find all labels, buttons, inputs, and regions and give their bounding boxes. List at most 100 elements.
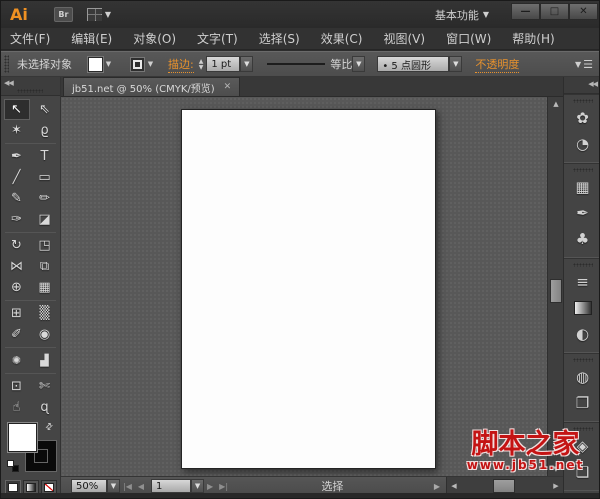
vertical-scrollbar-thumb[interactable] bbox=[550, 279, 562, 303]
gradient-tool[interactable]: ▒ bbox=[32, 303, 58, 324]
default-fill-stroke-icon[interactable] bbox=[7, 460, 19, 472]
rotate-tool[interactable]: ↻ bbox=[4, 235, 30, 256]
dock-group-grip[interactable] bbox=[572, 427, 593, 431]
brush-definition-dropdown[interactable]: ▼ bbox=[449, 56, 463, 72]
stroke-panel-button[interactable]: ≡ bbox=[570, 270, 596, 294]
stroke-width-input[interactable]: 1 pt bbox=[206, 56, 241, 72]
layers-panel-button[interactable]: ◈ bbox=[570, 434, 596, 458]
next-artboard-button[interactable]: ▶ bbox=[207, 482, 213, 491]
direct-selection-tool[interactable]: ⇖ bbox=[32, 99, 58, 120]
stroke-swatch[interactable] bbox=[130, 56, 145, 72]
width-tool[interactable]: ⋈ bbox=[4, 256, 30, 277]
zoom-tool[interactable]: ɋ bbox=[32, 397, 58, 418]
vertical-scrollbar[interactable]: ▲ ▼ bbox=[547, 97, 563, 476]
color-button[interactable] bbox=[4, 480, 21, 494]
status-flyout-icon[interactable]: ▶ bbox=[434, 482, 440, 491]
previous-artboard-button[interactable]: ◀ bbox=[138, 482, 144, 491]
hand-tool[interactable]: ☝ bbox=[4, 397, 30, 418]
dock-group-grip[interactable] bbox=[572, 263, 593, 267]
mesh-tool[interactable]: ⊞ bbox=[4, 303, 30, 324]
scroll-down-icon[interactable]: ▼ bbox=[548, 462, 564, 476]
stepper-down-icon[interactable]: ▼ bbox=[199, 64, 204, 70]
document-tab[interactable]: jb51.net @ 50% (CMYK/预览) ✕ bbox=[63, 77, 241, 96]
last-artboard-button[interactable]: ▶| bbox=[219, 482, 228, 491]
menu-type[interactable]: 文字(T) bbox=[197, 30, 238, 47]
dock-group-grip[interactable] bbox=[572, 358, 593, 362]
minimize-button[interactable]: — bbox=[511, 3, 540, 20]
workspace-switcher[interactable]: 基本功能 bbox=[435, 7, 479, 23]
expand-panels-icon[interactable]: ◀◀ bbox=[588, 80, 598, 88]
control-panel-menu-button[interactable]: ▼ ☰ bbox=[575, 58, 593, 71]
artboard[interactable] bbox=[181, 109, 436, 469]
menu-help[interactable]: 帮助(H) bbox=[512, 30, 554, 47]
dock-group-grip[interactable] bbox=[572, 168, 593, 172]
lasso-tool[interactable]: ϱ bbox=[32, 120, 58, 141]
close-button[interactable]: ✕ bbox=[569, 3, 598, 20]
canvas-area[interactable] bbox=[61, 97, 547, 476]
symbol-sprayer-tool[interactable]: ✺ bbox=[4, 350, 30, 371]
tools-panel-grip[interactable] bbox=[17, 89, 43, 93]
menu-edit[interactable]: 编辑(E) bbox=[71, 30, 112, 47]
maximize-button[interactable]: □ bbox=[540, 3, 569, 20]
brush-definition-input[interactable]: • 5 点圆形 bbox=[377, 56, 450, 72]
gradient-panel-button[interactable] bbox=[570, 296, 596, 320]
artboard-number-input[interactable]: 1 bbox=[151, 479, 192, 493]
menu-window[interactable]: 窗口(W) bbox=[446, 30, 491, 47]
scale-tool[interactable]: ◳ bbox=[32, 235, 58, 256]
swatches-panel-button[interactable]: ▦ bbox=[570, 175, 596, 199]
scroll-up-icon[interactable]: ▲ bbox=[548, 97, 564, 111]
paintbrush-tool[interactable]: ✎ bbox=[4, 188, 30, 209]
menu-file[interactable]: 文件(F) bbox=[10, 30, 50, 47]
column-graph-tool[interactable]: ▟ bbox=[32, 350, 58, 371]
pen-tool[interactable]: ✒ bbox=[4, 146, 30, 167]
dock-group-grip[interactable] bbox=[572, 99, 593, 103]
type-tool[interactable]: T bbox=[32, 146, 58, 167]
stroke-width-stepper[interactable]: ▲ ▼ bbox=[199, 58, 204, 70]
opacity-panel-link[interactable]: 不透明度 bbox=[475, 56, 520, 73]
color-guide-panel-button[interactable]: ◔ bbox=[570, 132, 596, 156]
menu-select[interactable]: 选择(S) bbox=[259, 30, 300, 47]
fill-swatch[interactable] bbox=[88, 56, 103, 72]
color-panel-button[interactable]: ✿ bbox=[570, 106, 596, 130]
zoom-dropdown[interactable]: ▼ bbox=[107, 479, 120, 493]
brushes-panel-button[interactable]: ✒ bbox=[570, 201, 596, 225]
rectangle-tool[interactable]: ▭ bbox=[32, 167, 58, 188]
arrange-documents-button[interactable]: ▼ bbox=[86, 8, 111, 21]
eraser-tool[interactable]: ◪ bbox=[32, 209, 58, 230]
stroke-width-dropdown[interactable]: ▼ bbox=[240, 56, 254, 72]
fill-color-swatch[interactable] bbox=[8, 423, 37, 452]
appearance-panel-button[interactable]: ◍ bbox=[570, 365, 596, 389]
stroke-dropdown-caret-icon[interactable]: ▼ bbox=[145, 57, 156, 72]
slice-tool[interactable]: ✄ bbox=[32, 376, 58, 397]
swap-fill-stroke-icon[interactable]: ⇄ bbox=[44, 421, 56, 433]
gradient-button[interactable] bbox=[22, 480, 39, 494]
shape-builder-tool[interactable]: ⊕ bbox=[4, 277, 30, 298]
fill-dropdown-caret-icon[interactable]: ▼ bbox=[103, 57, 114, 72]
collapse-tools-icon[interactable]: ◀◀ bbox=[4, 79, 14, 87]
control-bar-grip[interactable] bbox=[4, 55, 9, 73]
menu-object[interactable]: 对象(O) bbox=[133, 30, 176, 47]
line-segment-tool[interactable]: ╱ bbox=[4, 167, 30, 188]
blob-brush-tool[interactable]: ✑ bbox=[4, 209, 30, 230]
stroke-panel-link[interactable]: 描边: bbox=[168, 56, 194, 73]
stepper-up-icon[interactable]: ▲ bbox=[199, 58, 204, 64]
width-profile-dropdown[interactable]: ▼ bbox=[352, 56, 366, 72]
horizontal-scrollbar-thumb[interactable] bbox=[493, 478, 515, 493]
perspective-grid-tool[interactable]: ▦ bbox=[32, 277, 58, 298]
blend-tool[interactable]: ◉ bbox=[32, 324, 58, 345]
artboard-dropdown[interactable]: ▼ bbox=[191, 479, 205, 493]
tab-close-icon[interactable]: ✕ bbox=[224, 82, 232, 92]
zoom-level-input[interactable]: 50% bbox=[71, 479, 107, 493]
artboard-tool[interactable]: ⊡ bbox=[4, 376, 30, 397]
transparency-panel-button[interactable]: ◐ bbox=[570, 322, 596, 346]
artboards-panel-button[interactable]: ❏ bbox=[570, 460, 596, 484]
free-transform-tool[interactable]: ⧉ bbox=[32, 256, 58, 277]
eyedropper-tool[interactable]: ✐ bbox=[4, 324, 30, 345]
menu-effect[interactable]: 效果(C) bbox=[321, 30, 363, 47]
magic-wand-tool[interactable]: ✶ bbox=[4, 120, 30, 141]
menu-view[interactable]: 视图(V) bbox=[383, 30, 425, 47]
pencil-tool[interactable]: ✏ bbox=[32, 188, 58, 209]
symbols-panel-button[interactable]: ♣ bbox=[570, 227, 596, 251]
graphic-styles-panel-button[interactable]: ❐ bbox=[570, 391, 596, 415]
none-button[interactable] bbox=[40, 480, 57, 494]
